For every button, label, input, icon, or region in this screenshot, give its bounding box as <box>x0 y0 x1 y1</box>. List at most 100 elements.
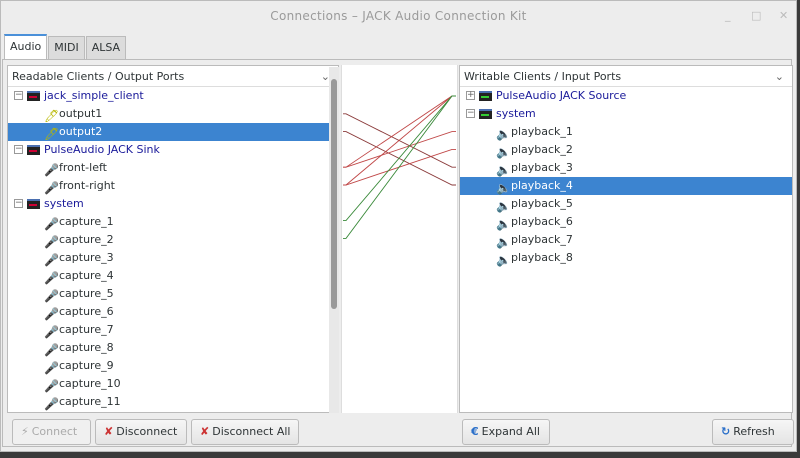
port-row[interactable]: 🎤 capture_2 <box>8 231 338 249</box>
client-row[interactable]: − system <box>460 105 792 123</box>
output-ports-scrollbar[interactable] <box>329 67 339 413</box>
refresh-button[interactable]: ↻ Refresh <box>712 419 794 445</box>
port-row[interactable]: 🎤 capture_11 <box>8 393 338 411</box>
refresh-label: Refresh <box>733 425 775 438</box>
output-ports-header[interactable]: Readable Clients / Output Ports ⌄ <box>8 66 338 87</box>
client-icon <box>479 109 492 119</box>
port-label: capture_11 <box>59 395 121 408</box>
port-row[interactable]: 🎤 capture_7 <box>8 321 338 339</box>
port-label: capture_5 <box>59 287 114 300</box>
disconnect-icon: ✘ <box>104 425 114 438</box>
port-label: output1 <box>59 107 103 120</box>
client-label: PulseAudio JACK Sink <box>44 143 160 156</box>
port-row[interactable]: 🎤 capture_5 <box>8 285 338 303</box>
connection-line[interactable] <box>343 95 456 239</box>
connections-window: Connections – JACK Audio Connection Kit … <box>0 0 797 452</box>
client-row[interactable]: − jack_simple_client <box>8 87 338 105</box>
disconnect-label: Disconnect <box>116 425 178 438</box>
client-row[interactable]: − system <box>8 195 338 213</box>
port-label: capture_1 <box>59 215 114 228</box>
expander-icon[interactable]: − <box>14 91 23 100</box>
port-row[interactable]: 🔈 playback_5 <box>460 195 792 213</box>
port-row[interactable]: 🔈 playback_2 <box>460 141 792 159</box>
connections-canvas[interactable] <box>341 65 458 413</box>
connect-icon: ⚡ <box>21 425 29 438</box>
maximize-button[interactable]: □ <box>751 9 761 22</box>
port-row[interactable]: 🎤 capture_8 <box>8 339 338 357</box>
port-label: capture_4 <box>59 269 114 282</box>
speaker-icon: 🔈 <box>496 253 511 267</box>
port-row[interactable]: 🔈 playback_1 <box>460 123 792 141</box>
connection-line[interactable] <box>343 131 456 168</box>
expand-icon: € <box>471 425 479 438</box>
port-label: playback_6 <box>511 215 573 228</box>
input-ports-panel: Writable Clients / Input Ports ⌄ + PulseAu… <box>459 65 793 413</box>
expander-icon[interactable]: + <box>466 91 475 100</box>
close-button[interactable]: ✕ <box>779 9 788 22</box>
port-label: front-right <box>59 179 115 192</box>
port-label: front-left <box>59 161 107 174</box>
output-ports-title: Readable Clients / Output Ports <box>12 70 185 83</box>
refresh-icon: ↻ <box>721 425 731 438</box>
port-label: playback_4 <box>511 179 573 192</box>
connection-line[interactable] <box>343 95 456 186</box>
tab-midi[interactable]: MIDI <box>48 36 85 59</box>
port-row[interactable]: 🖊 output2 <box>8 123 338 141</box>
tab-alsa[interactable]: ALSA <box>85 36 127 59</box>
connect-label: Connect <box>31 425 78 438</box>
port-label: capture_3 <box>59 251 114 264</box>
port-row[interactable]: 🎤 front-right <box>8 177 338 195</box>
client-row[interactable]: − PulseAudio JACK Sink <box>8 141 338 159</box>
output-ports-panel: Readable Clients / Output Ports ⌄ − jack_s… <box>7 65 339 413</box>
disconnect-all-button[interactable]: ✘ Disconnect All <box>191 419 299 445</box>
input-ports-header[interactable]: Writable Clients / Input Ports ⌄ <box>460 66 792 87</box>
port-label: playback_3 <box>511 161 573 174</box>
chevron-down-icon: ⌄ <box>774 70 784 83</box>
connect-button[interactable]: ⚡ Connect <box>12 419 91 445</box>
client-icon <box>479 91 492 101</box>
disconnect-all-label: Disconnect All <box>212 425 291 438</box>
client-icon <box>27 91 40 101</box>
port-row[interactable]: 🔈 playback_7 <box>460 231 792 249</box>
port-row[interactable]: 🔈 playback_3 <box>460 159 792 177</box>
port-row[interactable]: 🔈 playback_4 <box>460 177 792 195</box>
client-label: jack_simple_client <box>44 89 144 102</box>
minimize-button[interactable]: _ <box>725 9 731 22</box>
scrollbar-thumb[interactable] <box>331 79 337 309</box>
port-row[interactable]: 🎤 capture_3 <box>8 249 338 267</box>
client-label: system <box>44 197 84 210</box>
port-row[interactable]: 🔈 playback_6 <box>460 213 792 231</box>
port-row[interactable]: 🖊 output1 <box>8 105 338 123</box>
port-label: playback_7 <box>511 233 573 246</box>
port-row[interactable]: 🎤 capture_1 <box>8 213 338 231</box>
port-label: playback_8 <box>511 251 573 264</box>
port-row[interactable]: 🎤 capture_9 <box>8 357 338 375</box>
port-label: playback_5 <box>511 197 573 210</box>
tab-bar: Audio MIDI ALSA <box>4 34 127 59</box>
port-row[interactable]: 🎤 front-left <box>8 159 338 177</box>
window-title: Connections – JACK Audio Connection Kit <box>270 9 527 23</box>
port-label: capture_2 <box>59 233 114 246</box>
port-label: playback_2 <box>511 143 573 156</box>
port-row[interactable]: 🎤 capture_6 <box>8 303 338 321</box>
port-row[interactable]: 🎤 capture_10 <box>8 375 338 393</box>
client-row[interactable]: + PulseAudio JACK Source <box>460 87 792 105</box>
port-label: capture_7 <box>59 323 114 336</box>
client-icon <box>27 199 40 209</box>
disconnect-all-icon: ✘ <box>200 425 210 438</box>
tab-audio[interactable]: Audio <box>4 34 48 59</box>
expand-all-button[interactable]: € Expand All <box>462 419 550 445</box>
input-ports-title: Writable Clients / Input Ports <box>464 70 622 83</box>
client-icon <box>27 145 40 155</box>
port-label: capture_9 <box>59 359 114 372</box>
microphone-icon: 🎤 <box>44 397 59 411</box>
port-row[interactable]: 🔈 playback_8 <box>460 249 792 267</box>
expander-icon[interactable]: − <box>14 199 23 208</box>
port-row[interactable]: 🎤 capture_4 <box>8 267 338 285</box>
port-label: capture_6 <box>59 305 114 318</box>
expander-icon[interactable]: − <box>466 109 475 118</box>
disconnect-button[interactable]: ✘ Disconnect <box>95 419 187 445</box>
port-label: playback_1 <box>511 125 573 138</box>
expander-icon[interactable]: − <box>14 145 23 154</box>
port-label: capture_10 <box>59 377 121 390</box>
